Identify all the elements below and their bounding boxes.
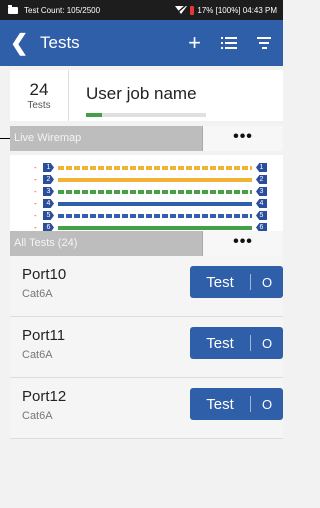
left-pin-label: 4 — [43, 199, 54, 208]
battery-icon — [190, 5, 195, 15]
port-name: Port10 — [22, 266, 67, 283]
all-tests-label: All Tests (24) — [14, 237, 78, 249]
right-pin-label: 1 — [256, 163, 267, 172]
wiremap-row: -33 — [10, 187, 283, 196]
wiremap-row: -22 — [10, 175, 283, 184]
battery-time-label: 17% [100%] 04:43 PM — [197, 5, 277, 15]
cable-type: Cat6A — [22, 349, 53, 361]
right-pin-label: 4 — [256, 199, 267, 208]
autotest-icon[interactable]: O — [251, 275, 283, 290]
wire-line — [58, 214, 252, 218]
test-list-item[interactable]: Port10 Cat6A Test O — [10, 256, 283, 317]
test-button-label: Test — [206, 334, 234, 352]
test-button[interactable]: Test O — [190, 266, 283, 298]
tests-count-box: 24 Tests — [10, 70, 69, 121]
test-count-label: Test Count: 105/2500 — [24, 5, 101, 15]
left-pin-label: 3 — [43, 187, 54, 196]
autotest-icon[interactable]: O — [251, 336, 283, 351]
back-icon[interactable]: ❮ — [10, 20, 28, 66]
job-progress-bar — [86, 113, 206, 117]
all-tests-more-button[interactable]: ••• — [202, 231, 283, 256]
wiremap-section-label: Live Wiremap — [14, 132, 82, 144]
cable-type: Cat6A — [22, 288, 53, 300]
left-pin-label: 5 — [43, 211, 54, 220]
row-marker-icon: - — [34, 163, 37, 172]
right-pin-label: 2 — [256, 175, 267, 184]
status-bar: Test Count: 105/2500 17% [100%] 04:43 PM — [0, 0, 283, 20]
test-button[interactable]: Test O — [190, 327, 283, 359]
wiremap-section-header: Live Wiremap ••• — [10, 126, 283, 151]
tests-count-label: Tests — [27, 100, 51, 111]
list-icon[interactable] — [221, 36, 237, 50]
right-pin-label: 5 — [256, 211, 267, 220]
port-name: Port12 — [22, 388, 67, 405]
wiremap-row: -44 — [10, 199, 283, 208]
test-button[interactable]: Test O — [190, 388, 283, 420]
left-pin-label: 2 — [43, 175, 54, 184]
plus-icon[interactable]: + — [188, 20, 201, 66]
page-title: Tests — [40, 33, 80, 52]
wire-line — [58, 202, 252, 206]
right-pin-label: 3 — [256, 187, 267, 196]
tests-count-value: 24 — [29, 80, 49, 99]
cable-type: Cat6A — [22, 410, 53, 422]
row-marker-icon: - — [34, 175, 37, 184]
row-marker-icon: - — [34, 211, 37, 220]
test-button-label: Test — [206, 395, 234, 413]
wire-line — [58, 166, 252, 170]
app-bar: ❮ Tests + — [0, 20, 283, 66]
folder-icon — [8, 4, 18, 14]
port-name: Port11 — [22, 327, 66, 344]
filter-icon[interactable] — [257, 37, 271, 49]
wire-line — [58, 190, 252, 194]
wiremap-row: -55 — [10, 211, 283, 220]
job-name: User job name — [86, 84, 197, 103]
row-marker-icon: - — [34, 187, 37, 196]
test-button-label: Test — [206, 273, 234, 291]
tests-list: Port10 Cat6A Test O Port11 Cat6A Test O Port12 Ca… — [10, 256, 283, 508]
all-tests-section-header: All Tests (24) ••• — [10, 231, 283, 256]
wiremap-row: -11 — [10, 163, 283, 172]
job-progress-fill — [86, 113, 102, 117]
wire-line — [58, 178, 252, 182]
wifi-off-icon — [175, 5, 188, 15]
left-pin-label: 1 — [43, 163, 54, 172]
row-marker-icon: - — [34, 199, 37, 208]
test-list-item[interactable]: Port12 Cat6A Test O — [10, 378, 283, 439]
test-list-item[interactable]: Port11 Cat6A Test O — [10, 317, 283, 378]
job-card[interactable]: 24 Tests User job name — [10, 70, 283, 121]
autotest-icon[interactable]: O — [251, 397, 283, 412]
wire-line — [58, 226, 252, 230]
wiremap-more-button[interactable]: ••• — [202, 126, 283, 151]
